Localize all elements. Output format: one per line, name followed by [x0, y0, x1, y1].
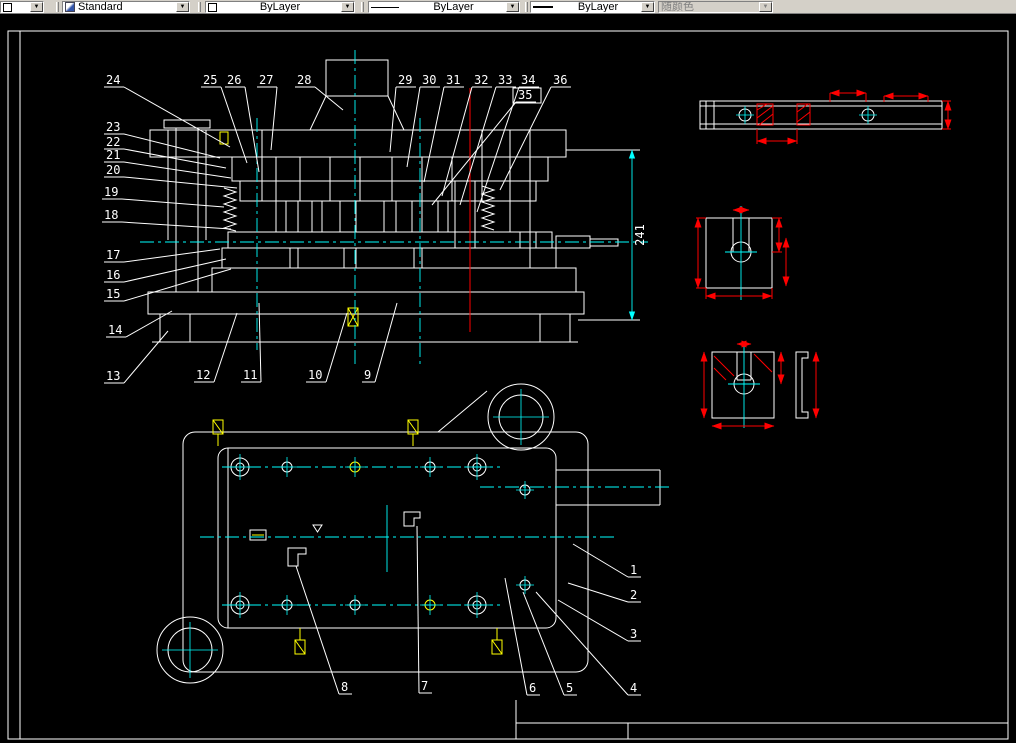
chevron-down-icon[interactable]: ▼: [30, 2, 43, 12]
chevron-down-icon[interactable]: ▼: [506, 2, 519, 12]
chevron-down-icon: ▼: [759, 2, 772, 12]
plot-style-combo: 随颜色 ▼: [658, 1, 773, 13]
svg-text:13: 13: [106, 369, 120, 383]
text-style-combo[interactable]: Standard ▼: [62, 1, 190, 13]
color-control-combo[interactable]: ByLayer ▼: [205, 1, 355, 13]
callout-3: 3: [557, 599, 641, 642]
callout-10: 10: [306, 312, 348, 383]
linetype-label: ByLayer: [433, 1, 474, 13]
svg-text:35: 35: [518, 88, 532, 102]
toolbar-separator: [56, 2, 59, 12]
svg-text:36: 36: [553, 73, 567, 87]
chevron-down-icon[interactable]: ▼: [176, 2, 189, 12]
svg-text:17: 17: [106, 248, 120, 262]
toolbar-separator: [198, 2, 201, 12]
callout-32: 32: [441, 73, 492, 197]
svg-text:24: 24: [106, 73, 120, 87]
callout-1: 1: [572, 543, 641, 578]
svg-text:19: 19: [104, 185, 118, 199]
detail-strip-layout: [699, 89, 952, 145]
svg-text:7: 7: [421, 679, 428, 693]
callout-22: 22: [104, 135, 227, 169]
centerline-crosses: [162, 106, 877, 678]
svg-text:26: 26: [227, 73, 241, 87]
text-style-label: Standard: [78, 1, 123, 13]
color-swatch-icon: [3, 2, 12, 12]
chevron-down-icon[interactable]: ▼: [341, 2, 354, 12]
svg-text:9: 9: [364, 368, 371, 382]
plan-view: [156, 383, 672, 684]
svg-text:34: 34: [521, 73, 535, 87]
callout-13: 13: [104, 330, 169, 384]
linetype-combo[interactable]: ByLayer ▼: [368, 1, 520, 13]
svg-text:27: 27: [259, 73, 273, 87]
svg-text:33: 33: [498, 73, 512, 87]
svg-text:3: 3: [630, 627, 637, 641]
callout-28: 28: [295, 73, 344, 111]
text-style-icon: [65, 2, 75, 12]
svg-text:21: 21: [106, 148, 120, 162]
callout-33: 33: [459, 73, 516, 206]
bylayer-color-icon: [208, 2, 217, 12]
callout-36: 36: [499, 73, 571, 191]
svg-text:30: 30: [422, 73, 436, 87]
svg-text:5: 5: [566, 681, 573, 695]
lineweight-sample-icon: [533, 6, 553, 8]
callout-23: 23: [104, 120, 221, 159]
callout-14: 14: [106, 310, 173, 338]
lineweight-combo[interactable]: ByLayer ▼: [530, 1, 655, 13]
svg-text:29: 29: [398, 73, 412, 87]
callout-2: 2: [567, 582, 641, 603]
callout-29: 29: [389, 73, 416, 153]
callout-17: 17: [104, 248, 221, 263]
svg-text:25: 25: [203, 73, 217, 87]
toolbar-separator: [525, 2, 528, 12]
svg-text:15: 15: [106, 287, 120, 301]
drawing-frame: [7, 30, 1009, 740]
callout-8: 8: [295, 565, 352, 695]
svg-text:6: 6: [529, 681, 536, 695]
svg-text:4: 4: [630, 681, 637, 695]
svg-text:1: 1: [630, 563, 637, 577]
svg-text:11: 11: [243, 368, 257, 382]
svg-text:12: 12: [196, 368, 210, 382]
docked-combo-partial[interactable]: ▼: [0, 1, 44, 13]
toolbar-separator: [361, 2, 364, 12]
detail-part-upper: [694, 206, 790, 300]
linetype-sample-icon: [371, 6, 399, 8]
svg-text:20: 20: [106, 163, 120, 177]
svg-text:16: 16: [106, 268, 120, 282]
callout-18: 18: [102, 208, 232, 230]
callout-12: 12: [194, 312, 238, 383]
svg-text:8: 8: [341, 680, 348, 694]
callout-31: 31: [423, 73, 464, 183]
chevron-down-icon[interactable]: ▼: [641, 2, 654, 12]
section-yellow-details: [219, 131, 359, 327]
svg-text:2: 2: [630, 588, 637, 602]
color-control-label: ByLayer: [259, 1, 301, 13]
svg-text:18: 18: [104, 208, 118, 222]
svg-text:22: 22: [106, 135, 120, 149]
toolbar: ▼ Standard ▼ ByLayer ▼ ByLayer ▼ ByLayer…: [0, 0, 1016, 14]
svg-text:14: 14: [108, 323, 122, 337]
callout-6: 6: [504, 577, 540, 696]
svg-text:28: 28: [297, 73, 311, 87]
section-view: 241: [140, 50, 648, 365]
svg-text:10: 10: [308, 368, 322, 382]
plot-style-label: 随颜色: [661, 1, 694, 13]
svg-text:23: 23: [106, 120, 120, 134]
lineweight-label: ByLayer: [577, 1, 619, 13]
svg-text:31: 31: [446, 73, 460, 87]
detail-part-lower: [700, 340, 820, 430]
svg-text:32: 32: [474, 73, 488, 87]
dimension-241: 241: [633, 224, 647, 246]
drawing-canvas[interactable]: 241 24 25 26 27 28 29 30 31 32 33 34 363…: [0, 14, 1016, 743]
callout-27: 27: [257, 73, 278, 151]
